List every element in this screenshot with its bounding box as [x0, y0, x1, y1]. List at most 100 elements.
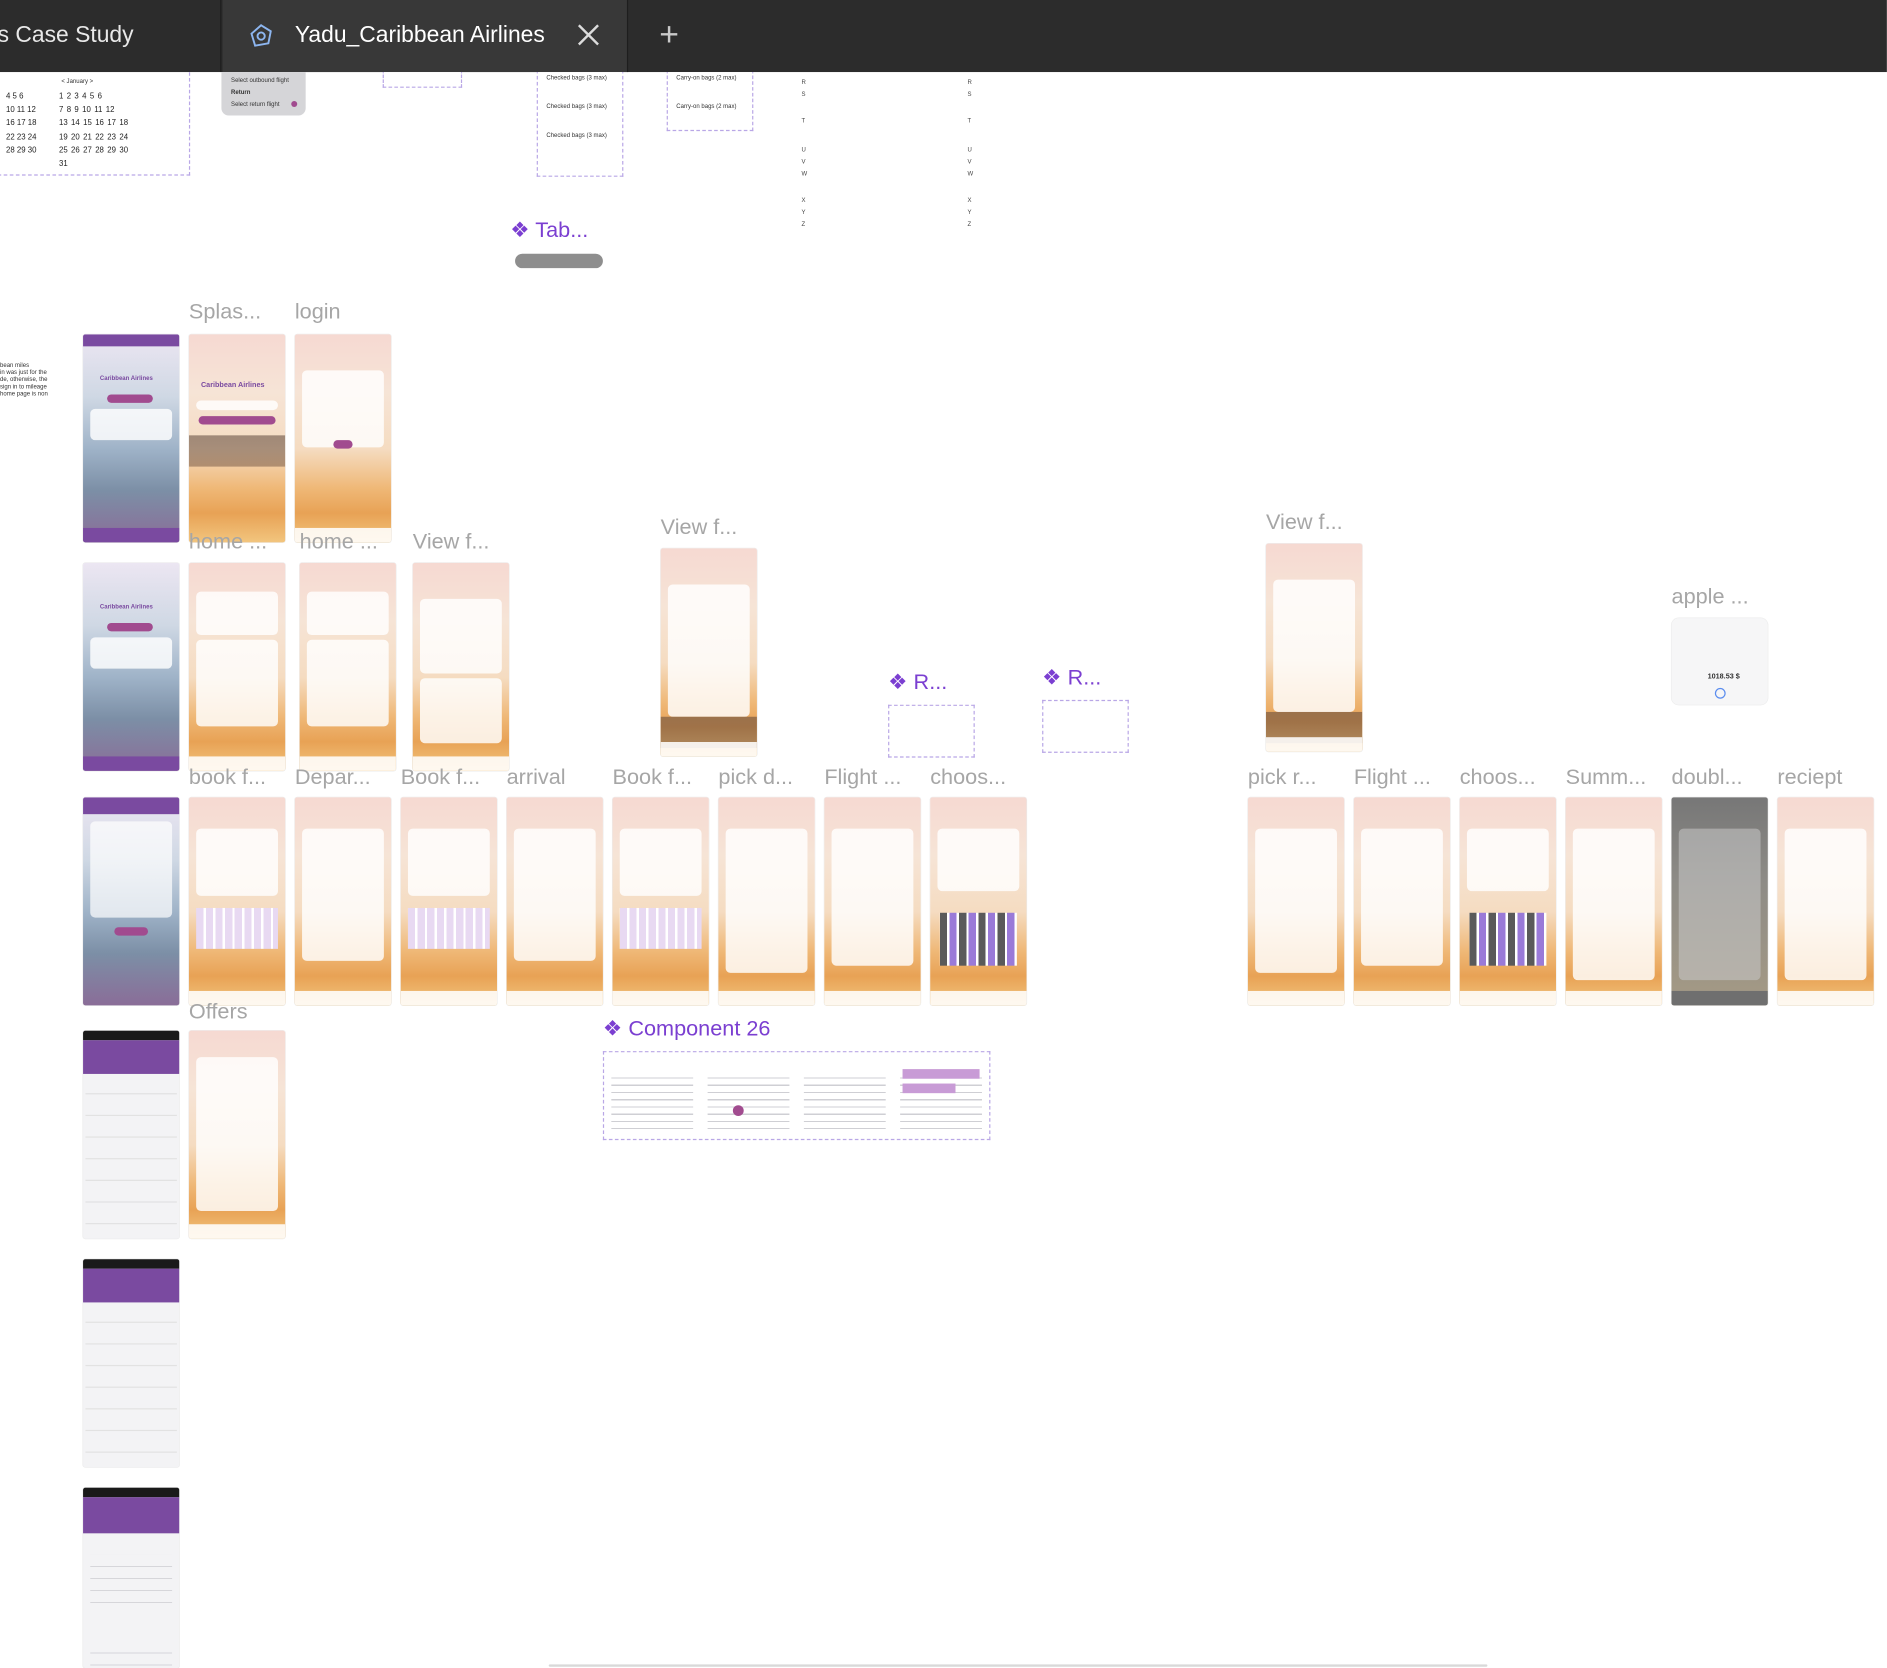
frame-label-book-1[interactable]: book f...	[189, 765, 266, 790]
frame-view-flight-3[interactable]	[1265, 543, 1363, 752]
tab-divider	[626, 0, 629, 73]
component-label-26[interactable]: ❖ Component 26	[603, 1016, 771, 1041]
seat-legend	[1466, 828, 1549, 892]
frame-home-trips-1[interactable]	[188, 562, 286, 771]
component-label-tab[interactable]: ❖ Tab...	[510, 218, 588, 243]
frame-splash[interactable]: Caribbean Airlines	[188, 334, 286, 543]
calendar-variant	[707, 1071, 790, 1130]
frame-select-arrival[interactable]	[83, 1259, 180, 1468]
frame-choose-seat-1[interactable]	[930, 797, 1027, 1006]
component-label-text: R...	[1067, 665, 1102, 690]
frame-label-doubl[interactable]: doubl...	[1672, 765, 1743, 790]
frame-label-home-1[interactable]: home ...	[189, 529, 267, 554]
frame-offers[interactable]	[188, 1030, 286, 1239]
bottom-nav	[824, 990, 921, 1006]
frame-home-trips-2[interactable]	[299, 562, 396, 771]
close-icon[interactable]	[576, 23, 600, 47]
header	[83, 797, 180, 815]
frame-flight-package-1[interactable]	[824, 797, 921, 1006]
bottom-nav	[83, 527, 180, 543]
frame-view-flight-1[interactable]	[412, 562, 510, 771]
bottom-nav	[294, 990, 392, 1006]
frame-label-reciept[interactable]: reciept	[1777, 765, 1842, 790]
book-flight-button[interactable]	[107, 622, 153, 632]
frame-label-book-3[interactable]: Book f...	[613, 765, 692, 790]
list-letter: V	[801, 158, 806, 166]
list-letter: X	[801, 197, 806, 205]
book-flight-button[interactable]	[107, 394, 153, 403]
frame-home-guest[interactable]: Caribbean Airlines	[83, 334, 180, 543]
new-tab-button[interactable]: +	[652, 14, 686, 55]
frame-label-arrival[interactable]: arrival	[507, 765, 566, 790]
frame-label-login[interactable]: login	[295, 299, 341, 324]
calendar-variant	[611, 1071, 694, 1130]
frame-label-flight-1[interactable]: Flight ...	[824, 765, 901, 790]
search-flights-button[interactable]	[114, 927, 149, 936]
frame-label-pick-r[interactable]: pick r...	[1248, 765, 1317, 790]
frame-view-flight-2[interactable]	[660, 548, 757, 757]
previous-trips-card	[306, 639, 389, 727]
package-options-card	[831, 828, 914, 966]
checked-bags-component: Checked bags (3 max) Checked bags (3 max…	[536, 72, 624, 177]
radio-component-1	[888, 704, 975, 758]
frame-label-choos-1[interactable]: choos...	[930, 765, 1006, 790]
create-miles-button[interactable]	[198, 416, 276, 425]
frame-label-pick-d[interactable]: pick d...	[718, 765, 793, 790]
frame-home-guest-2[interactable]: Caribbean Airlines	[83, 562, 180, 771]
frame-pick-departure[interactable]	[718, 797, 815, 1006]
frame-apple-pay[interactable]: 1018.53 $	[1671, 618, 1768, 705]
login-miles-button[interactable]	[196, 400, 278, 411]
horizontal-scrollbar[interactable]	[548, 1664, 1488, 1667]
frame-departure[interactable]	[294, 797, 392, 1006]
package-options-card	[1361, 828, 1443, 966]
frame-summary[interactable]	[1565, 797, 1662, 1006]
frame-label-book-2[interactable]: Book f...	[401, 765, 480, 790]
frame-login[interactable]	[294, 334, 392, 543]
login-button[interactable]	[333, 440, 353, 449]
apple-pay-confirm-icon[interactable]	[1714, 687, 1726, 699]
frame-receipt[interactable]	[1777, 797, 1874, 1006]
seat-map[interactable]	[1469, 912, 1547, 966]
side-note: bean miles in was just for the de, other…	[0, 361, 48, 399]
frame-book-form[interactable]	[83, 797, 180, 1006]
select-arrival-header	[83, 1268, 180, 1303]
frame-label-view-1[interactable]: View f...	[413, 529, 490, 554]
frame-book-flight-3[interactable]	[612, 797, 709, 1006]
list-letter: T	[967, 117, 972, 126]
frame-label-summ[interactable]: Summ...	[1566, 765, 1647, 790]
list-divider	[85, 1201, 177, 1203]
frame-label-splash[interactable]: Splas...	[189, 299, 261, 324]
calendar-variant	[900, 1071, 982, 1130]
bottom-nav	[1565, 990, 1662, 1006]
frame-label-apple[interactable]: apple ...	[1672, 584, 1749, 609]
frame-label-home-2[interactable]: home ...	[300, 529, 378, 554]
frame-arrival[interactable]	[506, 797, 603, 1006]
component-label-r-2[interactable]: ❖ R...	[1042, 665, 1101, 690]
frame-double-check[interactable]	[1671, 797, 1768, 1006]
frame-label-choos-2[interactable]: choos...	[1460, 765, 1536, 790]
frame-label-view-3[interactable]: View f...	[1266, 510, 1343, 535]
frame-select-dates[interactable]	[83, 1487, 180, 1668]
figma-window: s Case Study Yadu_Caribbean Airlines + <…	[0, 0, 1887, 1668]
list-divider	[85, 1429, 177, 1432]
tab-yadu-caribbean-airlines[interactable]: Yadu_Caribbean Airlines	[222, 0, 629, 73]
frame-label-offers[interactable]: Offers	[189, 999, 248, 1024]
component-label-r-1[interactable]: ❖ R...	[888, 670, 947, 695]
tab-case-study[interactable]: s Case Study	[0, 0, 222, 73]
frame-label-view-2[interactable]: View f...	[661, 515, 738, 540]
seat-map[interactable]	[939, 912, 1017, 966]
frame-choose-seat-2[interactable]	[1459, 797, 1556, 1006]
design-canvas[interactable]: < January > 4 5 6 10 11 12 16 17 18 22 2…	[0, 72, 1887, 1668]
frame-flight-package-2[interactable]	[1353, 797, 1451, 1006]
summary-card	[1678, 828, 1761, 981]
frame-select-departure[interactable]	[83, 1030, 180, 1239]
tab-bar-component[interactable]	[515, 253, 603, 269]
frame-label-depar[interactable]: Depar...	[295, 765, 371, 790]
component-label-text: Tab...	[535, 217, 589, 242]
frame-pick-return[interactable]	[1247, 797, 1345, 1006]
frame-book-flight-2[interactable]	[400, 797, 498, 1006]
frame-label-flight-2[interactable]: Flight ...	[1354, 765, 1431, 790]
list-letter: R	[801, 79, 806, 87]
tab-bar: s Case Study Yadu_Caribbean Airlines +	[0, 0, 1887, 73]
frame-book-flight-1[interactable]	[188, 797, 286, 1006]
